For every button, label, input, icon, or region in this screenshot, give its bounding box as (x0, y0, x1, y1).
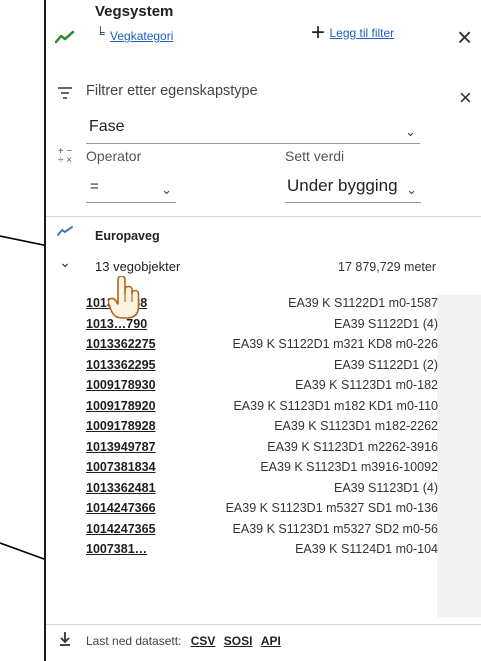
table-row[interactable]: 1009178920 EA39 K S1123D1 m182 KD1 m0-110 (86, 397, 438, 418)
object-description: EA39 K S1123D1 m3916-10092 (260, 460, 438, 474)
table-row[interactable]: 1007381834 EA39 K S1123D1 m3916-10092 (86, 458, 438, 479)
object-id-link[interactable]: 1014247366 (86, 501, 156, 515)
property-value: Fase (89, 118, 125, 135)
table-row[interactable]: 1009178928 EA39 K S1123D1 m182-2262 (86, 417, 438, 438)
operator-select[interactable]: = ⌄ (86, 172, 176, 203)
object-description: EA39 K S1123D1 m5327 SD2 m0-56 (232, 521, 438, 536)
operator-label: Operator (86, 148, 142, 164)
road-category-icon: ╘ (96, 26, 105, 40)
object-id-link[interactable]: 1009178928 (86, 419, 156, 433)
download-label: Last ned datasett: (86, 634, 182, 648)
object-description: EA39 K S1123D1 m2262-3916 (267, 439, 438, 454)
object-id-link[interactable]: 1014247365 (86, 522, 156, 536)
chevron-down-icon: ⌄ (406, 182, 417, 197)
object-description: EA39 K S1124D1 m0-104 (295, 542, 438, 556)
math-operators-icon: + − ÷ × (57, 146, 73, 166)
download-bar: Last ned datasett: CSV SOSI API (86, 634, 281, 648)
table-row[interactable]: 1013362481 EA39 S1123D1 (4) (86, 479, 438, 500)
object-id-link[interactable]: 1009178930 (86, 378, 156, 392)
download-icon (46, 632, 84, 651)
object-list: 1013…388EA39 K S1122D1 m0-15871013…790EA… (86, 294, 438, 561)
hand-pointer-icon (108, 276, 140, 319)
download-sosi-link[interactable]: SOSI (224, 634, 253, 648)
trend-line-icon (46, 224, 84, 242)
object-id-link[interactable]: 1007381… (86, 542, 147, 556)
footer-divider (46, 624, 481, 625)
operator-value: = (90, 178, 99, 195)
table-row[interactable]: 1013949787 EA39 K S1123D1 m2262-3916 (86, 438, 438, 459)
object-description: EA39 K S1123D1 m182 KD1 m0-110 (233, 398, 438, 413)
object-description: EA39 S1123D1 (4) (334, 480, 438, 495)
download-api-link[interactable]: API (261, 634, 281, 648)
setvalue-label: Sett verdi (285, 148, 345, 164)
close-icon[interactable]: × (457, 24, 472, 50)
object-description: EA39 K S1123D1 m5327 SD1 m0-136 (225, 501, 438, 515)
plus-icon: + (311, 19, 326, 46)
table-row[interactable]: 1013362295 EA39 S1122D1 (2) (86, 356, 438, 377)
object-description: EA39 K S1122D1 m321 KD8 m0-226 (232, 337, 438, 351)
set-value: Under bygging (287, 176, 398, 195)
table-row[interactable]: 1009178930 EA39 K S1123D1 m0-182 (86, 376, 438, 397)
list-scrollbar[interactable] (437, 295, 481, 617)
chevron-down-icon: ⌄ (405, 124, 416, 139)
object-id-link[interactable]: 1013362295 (86, 358, 156, 372)
road-type-label: Europaveg (95, 229, 160, 243)
object-description: EA39 S1122D1 (4) (334, 316, 438, 331)
value-select[interactable]: Under bygging ⌄ (285, 172, 421, 203)
total-length: 17 879,729 meter (338, 260, 436, 274)
add-filter-link[interactable]: Legg til filter (329, 26, 394, 40)
download-csv-link[interactable]: CSV (191, 634, 216, 648)
object-id-link[interactable]: 1009178920 (86, 399, 156, 413)
category-link[interactable]: Vegkategori (110, 29, 173, 43)
object-count[interactable]: 13 vegobjekter (95, 259, 180, 274)
table-row[interactable]: 1014247365 EA39 K S1123D1 m5327 SD2 m0-56 (86, 520, 438, 541)
chevron-down-icon[interactable]: ⌄ (46, 254, 84, 271)
object-description: EA39 K S1123D1 m0-182 (295, 378, 438, 392)
object-description: EA39 S1122D1 (2) (334, 357, 438, 372)
filter-lines-icon (46, 86, 84, 104)
layer-title: Vegsystem (95, 3, 174, 20)
chevron-down-icon: ⌄ (161, 182, 172, 197)
object-description: EA39 K S1123D1 m182-2262 (274, 419, 438, 433)
object-id-link[interactable]: 1013362275 (86, 337, 156, 351)
layer-panel: Vegsystem ╘ Vegkategori + Legg til filte… (44, 0, 481, 661)
table-row[interactable]: 1007381… EA39 K S1124D1 m0-104 (86, 540, 438, 561)
property-select[interactable]: Fase ⌄ (86, 115, 420, 144)
object-description: EA39 K S1122D1 m0-1587 (288, 296, 438, 310)
table-row[interactable]: 1014247366 EA39 K S1123D1 m5327 SD1 m0-13… (86, 499, 438, 520)
section-divider (46, 216, 481, 217)
add-filter-button[interactable]: + Legg til filter (311, 19, 394, 47)
table-row[interactable]: 1013362275 EA39 K S1122D1 m321 KD8 m0-226 (86, 335, 438, 356)
filter-title: Filtrer etter egenskapstype (86, 83, 258, 99)
object-id-link[interactable]: 1013362481 (86, 481, 156, 495)
close-filter-icon[interactable]: × (459, 87, 472, 109)
object-id-link[interactable]: 1007381834 (86, 460, 156, 474)
trend-line-icon (46, 30, 84, 49)
object-id-link[interactable]: 1013949787 (86, 440, 156, 454)
